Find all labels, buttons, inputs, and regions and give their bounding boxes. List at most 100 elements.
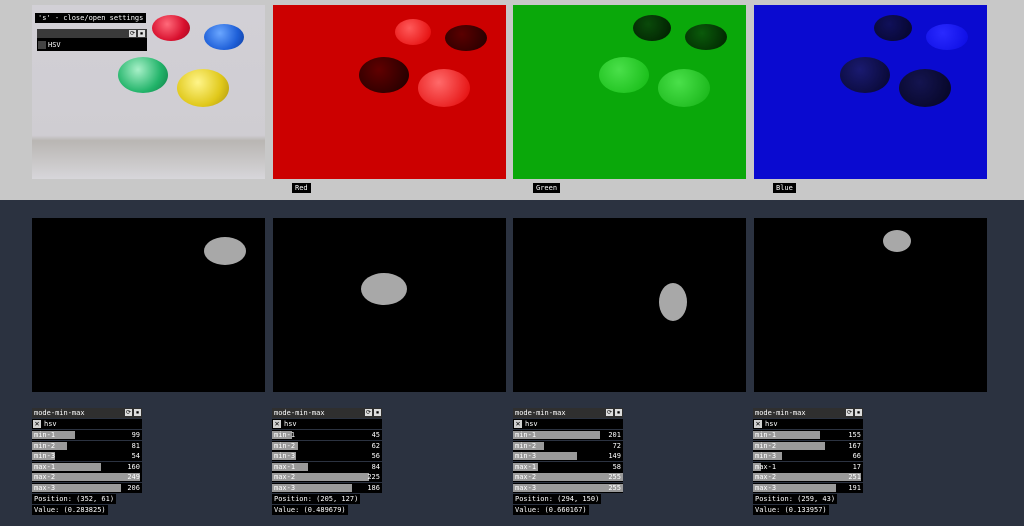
slider-label: min-2 <box>755 441 777 450</box>
slider-label: max-1 <box>755 462 777 471</box>
slider-max-2[interactable]: max-2 225 <box>272 472 382 482</box>
refresh-icon[interactable]: ⟳ <box>365 409 372 416</box>
hsv-checkbox[interactable]: ✕ <box>33 420 41 428</box>
slider-label: min-1 <box>34 431 56 439</box>
hsv-toggle[interactable]: ✕ hsv <box>32 419 142 429</box>
slider-value: 201 <box>608 431 621 439</box>
slider-min-1[interactable]: min-1 201 <box>513 430 623 440</box>
slider-min-2[interactable]: min-2 72 <box>513 440 623 451</box>
position-readout: Position: (352, 61) <box>32 494 117 504</box>
value-readout: Value: (0.133957) <box>753 505 829 515</box>
hsv-toggle[interactable]: ✕ hsv <box>513 419 623 429</box>
panel-title: mode-min-max <box>274 409 325 417</box>
mask-blob <box>883 230 911 252</box>
green-ch-ball-2 <box>685 24 727 50</box>
slider-min-3[interactable]: min-3 56 <box>272 451 382 461</box>
hsv-toggle[interactable]: ✕ hsv <box>753 419 863 429</box>
save-icon[interactable]: ▪ <box>615 409 622 416</box>
slider-max-1[interactable]: max-1 84 <box>272 461 382 472</box>
hsv-option-label: HSV <box>48 41 61 49</box>
refresh-icon[interactable]: ⟳ <box>125 409 132 416</box>
slider-label: max-2 <box>755 473 777 481</box>
blue-ch-ball-3 <box>840 57 890 93</box>
panel-header[interactable]: mode-min-max ⟳ ▪ <box>32 408 142 418</box>
green-ch-ball-1 <box>633 15 671 41</box>
slider-min-2[interactable]: min-2 62 <box>272 440 382 451</box>
green-ball <box>118 57 168 93</box>
slider-label: max-1 <box>515 462 537 471</box>
panel-header[interactable]: mode-min-max ⟳ ▪ <box>513 408 623 418</box>
slider-label: max-3 <box>34 483 56 492</box>
slider-min-1[interactable]: min-1 155 <box>753 430 863 440</box>
slider-min-3[interactable]: min-3 149 <box>513 451 623 461</box>
hsv-checkbox[interactable]: ✕ <box>754 420 762 428</box>
slider-label: min-1 <box>274 431 296 439</box>
slider-max-2[interactable]: max-2 255 <box>513 472 623 482</box>
slider-label: min-2 <box>34 441 56 450</box>
refresh-icon[interactable]: ⟳ <box>129 30 136 37</box>
mask-view-3 <box>513 218 746 392</box>
slider-value: 72 <box>612 441 621 450</box>
slider-value: 17 <box>852 462 861 471</box>
slider-max-2[interactable]: max-2 249 <box>32 472 142 482</box>
blue-ball <box>204 24 244 50</box>
camera-view[interactable]: 's' - close/open settings ⟳ ▪ HSV <box>32 5 265 179</box>
position-readout: Position: (205, 127) <box>272 494 361 504</box>
slider-max-3[interactable]: max-3 186 <box>272 482 382 493</box>
slider-max-1[interactable]: max-1 58 <box>513 461 623 472</box>
panel-header[interactable]: mode-min-max ⟳ ▪ <box>753 408 863 418</box>
slider-value: 45 <box>371 431 380 439</box>
slider-value: 255 <box>608 483 621 492</box>
hsv-toggle-label: hsv <box>44 420 57 428</box>
slider-label: max-3 <box>274 483 296 492</box>
slider-max-1[interactable]: max-1 160 <box>32 461 142 472</box>
save-icon[interactable]: ▪ <box>138 30 145 37</box>
slider-label: max-3 <box>755 483 777 492</box>
slider-label: min-2 <box>515 441 537 450</box>
slider-label: max-2 <box>274 473 296 481</box>
slider-min-2[interactable]: min-2 167 <box>753 440 863 451</box>
refresh-icon[interactable]: ⟳ <box>846 409 853 416</box>
slider-min-2[interactable]: min-2 81 <box>32 440 142 451</box>
slider-max-3[interactable]: max-3 191 <box>753 482 863 493</box>
hsv-toggle[interactable]: ✕ hsv <box>272 419 382 429</box>
slider-max-3[interactable]: max-3 255 <box>513 482 623 493</box>
overlay-titlebar[interactable]: ⟳ ▪ <box>37 29 147 38</box>
slider-value: 58 <box>612 462 621 471</box>
green-channel-label: Green <box>533 183 561 193</box>
mask-view-4 <box>754 218 987 392</box>
slider-max-2[interactable]: max-2 251 <box>753 472 863 482</box>
value-readout: Value: (0.489679) <box>272 505 348 515</box>
slider-label: max-2 <box>515 473 537 481</box>
save-icon[interactable]: ▪ <box>134 409 141 416</box>
slider-max-1[interactable]: max-1 17 <box>753 461 863 472</box>
slider-value: 56 <box>371 452 380 460</box>
blue-ch-ball-1 <box>874 15 912 41</box>
green-ch-ball-4 <box>658 69 710 107</box>
refresh-icon[interactable]: ⟳ <box>606 409 613 416</box>
position-readout: Position: (294, 150) <box>513 494 602 504</box>
slider-value: 155 <box>848 431 861 439</box>
slider-label: max-2 <box>34 473 56 481</box>
slider-value: 84 <box>371 462 380 471</box>
slider-min-1[interactable]: min-1 45 <box>272 430 382 440</box>
slider-value: 149 <box>608 452 621 460</box>
slider-min-1[interactable]: min-1 99 <box>32 430 142 440</box>
mask-blob <box>659 283 687 321</box>
slider-min-3[interactable]: min-3 54 <box>32 451 142 461</box>
slider-min-3[interactable]: min-3 66 <box>753 451 863 461</box>
slider-value: 66 <box>852 452 861 460</box>
panel-header[interactable]: mode-min-max ⟳ ▪ <box>272 408 382 418</box>
slider-label: min-1 <box>515 431 537 439</box>
hsv-checkbox[interactable]: ✕ <box>273 420 281 428</box>
slider-value: 249 <box>127 473 140 481</box>
slider-value: 186 <box>367 483 380 492</box>
hsv-checkbox[interactable]: ✕ <box>514 420 522 428</box>
hsv-checkbox[interactable] <box>38 41 46 49</box>
position-readout: Position: (259, 43) <box>753 494 838 504</box>
overlay-hsv-option[interactable]: HSV <box>37 40 147 50</box>
slider-label: min-1 <box>755 431 777 439</box>
slider-max-3[interactable]: max-3 206 <box>32 482 142 493</box>
save-icon[interactable]: ▪ <box>855 409 862 416</box>
save-icon[interactable]: ▪ <box>374 409 381 416</box>
